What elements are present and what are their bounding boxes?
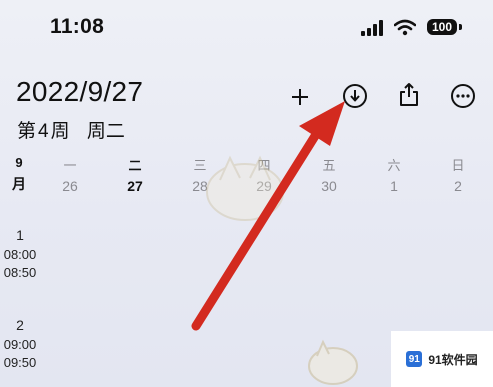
watermark-text: 91软件园 — [428, 352, 478, 367]
annotation-arrow — [191, 101, 345, 331]
watermark-badge: 91 91软件园 — [391, 331, 493, 387]
watermark-logo-icon: 91 — [406, 351, 423, 367]
